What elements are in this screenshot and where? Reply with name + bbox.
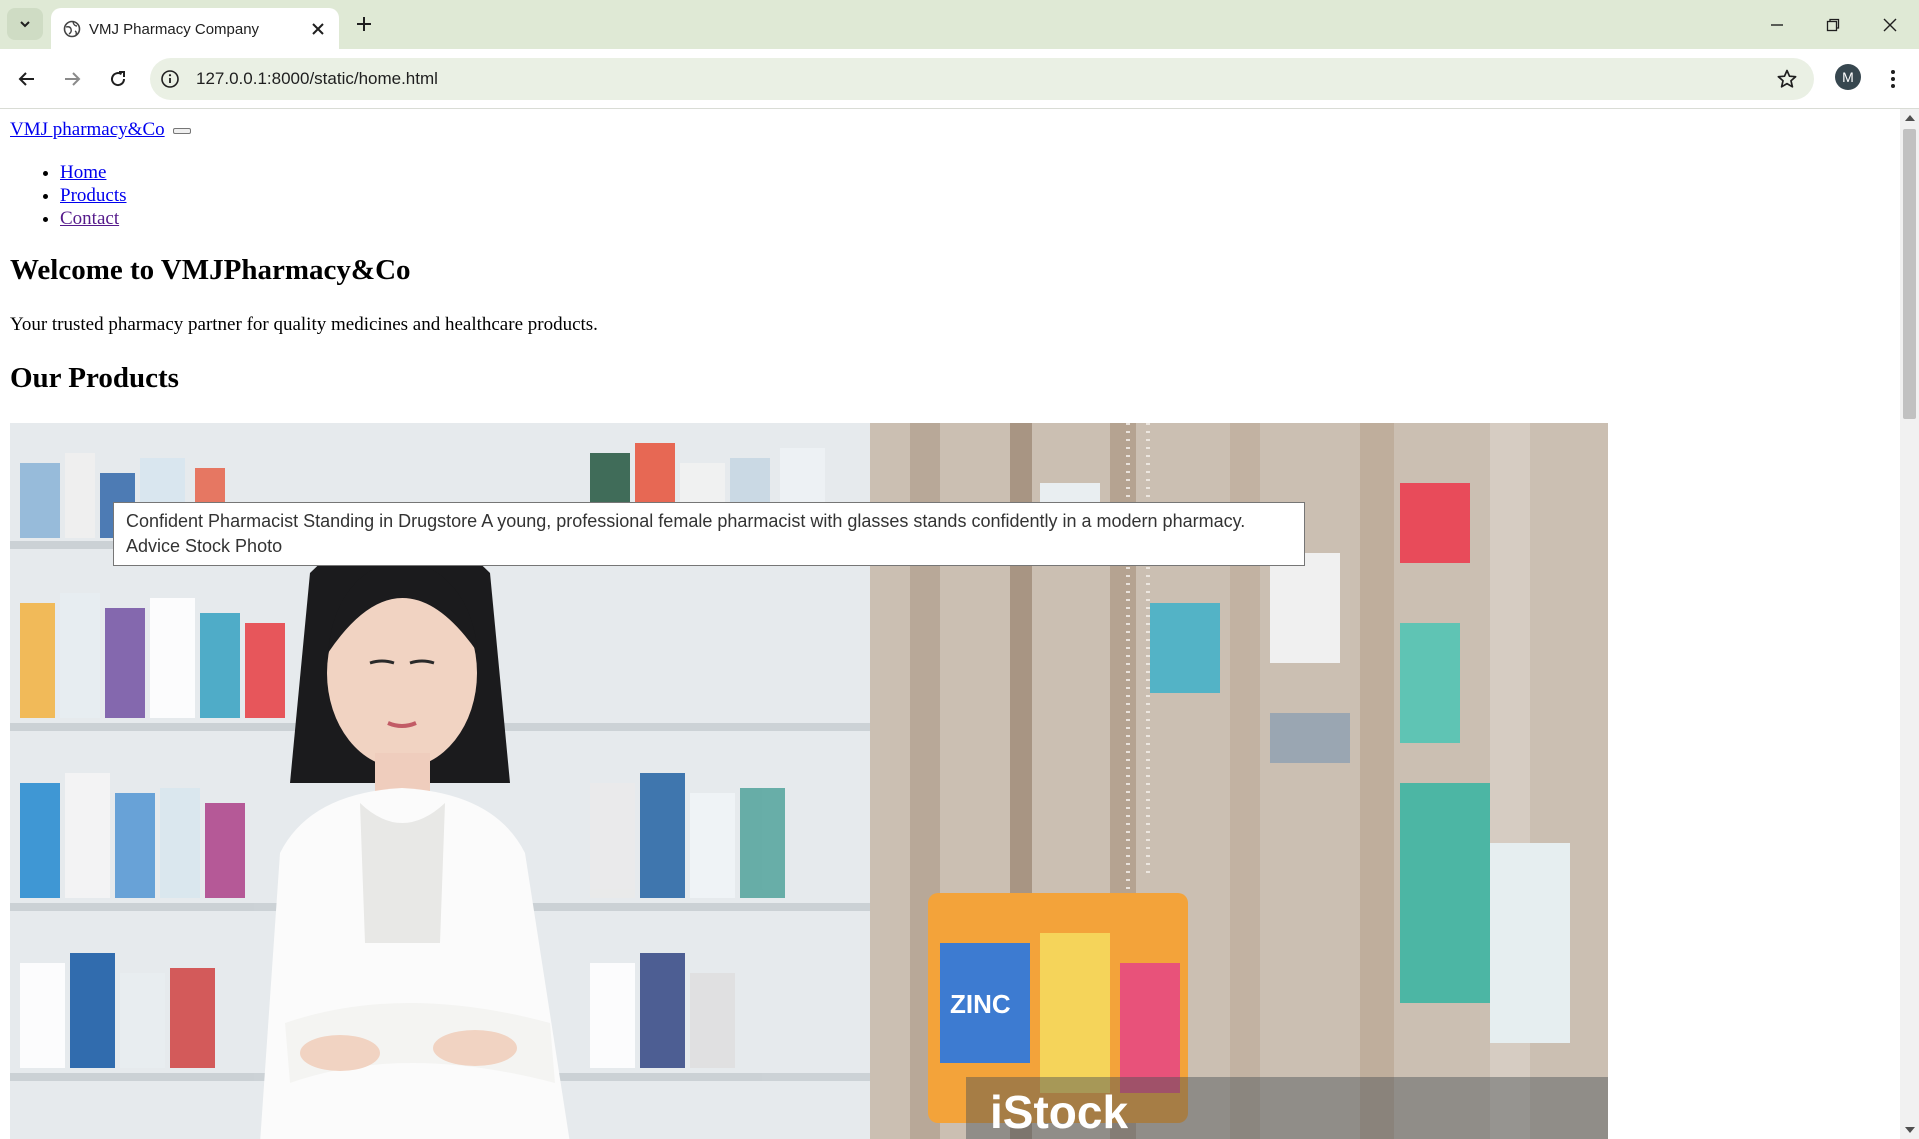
brand-link[interactable]: VMJ pharmacy&Co <box>10 119 165 140</box>
nav-link-products[interactable]: Products <box>60 185 127 206</box>
page-scrollbar[interactable] <box>1900 109 1919 1139</box>
nav-list: Home Products Contact <box>0 161 127 230</box>
nav-link-contact[interactable]: Contact <box>60 208 119 229</box>
close-tab-icon[interactable] <box>309 20 327 38</box>
tab-search-button[interactable] <box>7 8 43 40</box>
minimize-button[interactable] <box>1762 10 1792 40</box>
forward-button[interactable] <box>57 64 87 94</box>
close-window-button[interactable] <box>1875 10 1905 40</box>
close-icon <box>1883 18 1897 32</box>
zinc-package-label: ZINC <box>950 989 1011 1019</box>
navbar: VMJ pharmacy&Co <box>10 119 192 141</box>
scroll-up-arrow-icon[interactable] <box>1905 115 1915 121</box>
browser-toolbar: 127.0.0.1:8000/static/home.html M <box>0 49 1919 109</box>
scroll-thumb[interactable] <box>1903 129 1916 419</box>
tab-title: VMJ Pharmacy Company <box>89 21 260 38</box>
back-button[interactable] <box>12 64 42 94</box>
nav-link-home[interactable]: Home <box>60 162 106 183</box>
plus-icon <box>357 17 371 31</box>
nav-item-contact: Contact <box>60 207 127 230</box>
site-info-icon[interactable] <box>160 69 180 89</box>
browser-menu-button[interactable] <box>1880 64 1906 94</box>
navbar-toggle-button[interactable] <box>173 127 192 134</box>
arrow-right-icon <box>65 72 81 86</box>
more-vertical-icon <box>1891 70 1895 88</box>
minimize-icon <box>1771 24 1783 26</box>
profile-avatar[interactable]: M <box>1835 64 1861 90</box>
image-tooltip: Confident Pharmacist Standing in Drugsto… <box>113 502 1305 566</box>
tab-strip: VMJ Pharmacy Company <box>0 0 1919 49</box>
scroll-down-arrow-icon[interactable] <box>1905 1127 1915 1133</box>
arrow-left-icon <box>18 72 34 86</box>
bookmark-star-icon[interactable] <box>1776 68 1798 90</box>
tagline: Your trusted pharmacy partner for qualit… <box>10 314 598 335</box>
address-bar[interactable]: 127.0.0.1:8000/static/home.html <box>150 58 1814 100</box>
url-text[interactable]: 127.0.0.1:8000/static/home.html <box>196 69 438 89</box>
chevron-down-icon <box>20 21 30 28</box>
nav-item-products: Products <box>60 184 127 207</box>
reload-icon <box>111 71 126 87</box>
istock-watermark: iStock <box>990 1086 1128 1138</box>
new-tab-button[interactable] <box>352 12 376 36</box>
restore-icon <box>1826 18 1840 32</box>
reload-button[interactable] <box>103 64 133 94</box>
browser-tab[interactable]: VMJ Pharmacy Company <box>51 8 339 49</box>
restore-button[interactable] <box>1818 10 1848 40</box>
products-heading: Our Products <box>10 362 179 394</box>
page-title: Welcome to VMJPharmacy&Co <box>10 254 411 286</box>
nav-item-home: Home <box>60 161 127 184</box>
page-viewport: VMJ pharmacy&Co Home Products Contact We… <box>0 109 1900 1139</box>
globe-icon <box>63 20 81 38</box>
